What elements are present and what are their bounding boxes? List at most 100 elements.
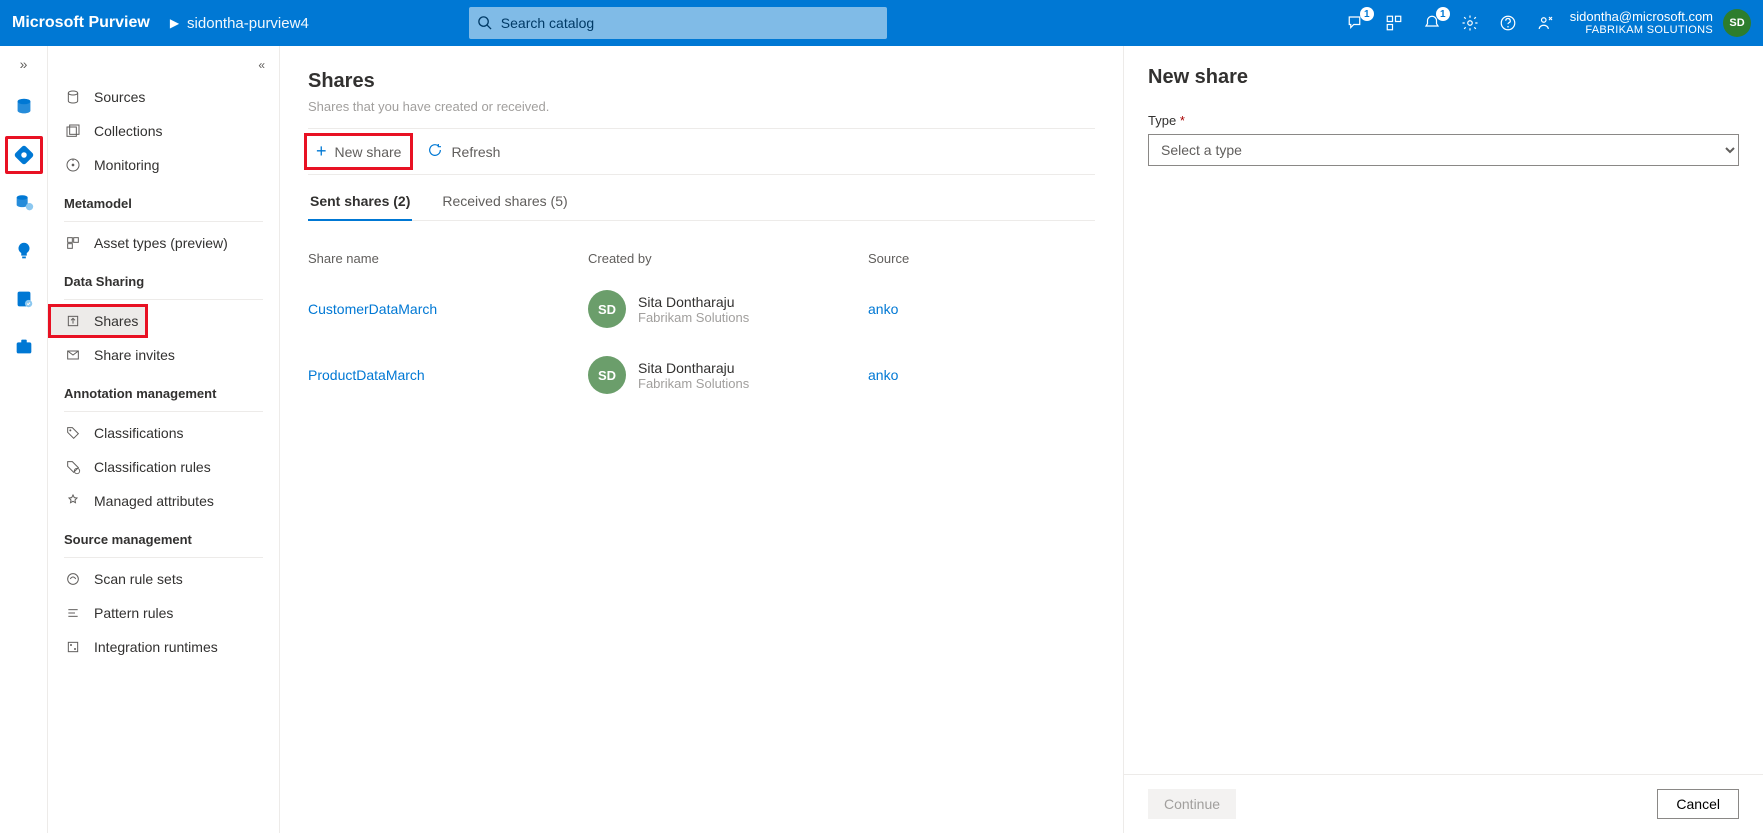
continue-button[interactable]: Continue	[1148, 789, 1236, 819]
monitoring-icon	[64, 156, 82, 174]
page-title: Shares	[308, 70, 1095, 93]
rail-policy[interactable]	[5, 280, 43, 318]
notifications-icon[interactable]: 1	[1422, 13, 1442, 33]
top-header: Microsoft Purview ▶ sidontha-purview4 1 …	[0, 0, 1763, 46]
nav-label: Classifications	[94, 425, 183, 441]
shares-table: Share name Created by Source CustomerDat…	[308, 241, 1095, 408]
search-input[interactable]	[469, 7, 887, 39]
settings-icon[interactable]	[1460, 13, 1480, 33]
account-block[interactable]: sidontha@microsoft.com FABRIKAM SOLUTION…	[1570, 9, 1713, 38]
page-subtitle: Shares that you have created or received…	[308, 99, 1095, 114]
collapse-nav-icon[interactable]: «	[48, 54, 279, 80]
creator-name: Sita Dontharaju	[638, 294, 749, 310]
nav-classifications[interactable]: Classifications	[48, 416, 279, 450]
pattern-rules-icon	[64, 604, 82, 622]
plus-icon: +	[316, 141, 327, 162]
table-header: Share name Created by Source	[308, 241, 1095, 276]
expand-rail-icon[interactable]: »	[20, 56, 28, 72]
share-link[interactable]: ProductDataMarch	[308, 367, 425, 383]
nav-managed-attributes[interactable]: Managed attributes	[48, 484, 279, 518]
tab-received-shares[interactable]: Received shares (5)	[440, 187, 569, 221]
shares-icon	[64, 312, 82, 330]
account-org: FABRIKAM SOLUTIONS	[1585, 24, 1713, 37]
creator-avatar: SD	[588, 356, 626, 394]
brand-label: Microsoft Purview	[12, 14, 150, 32]
type-label: Type *	[1148, 113, 1739, 128]
rail-data-estate[interactable]	[5, 184, 43, 222]
nav-label: Asset types (preview)	[94, 235, 228, 251]
rail-data-catalog[interactable]	[5, 88, 43, 126]
nav-label: Integration runtimes	[94, 639, 218, 655]
feedback-badge: 1	[1360, 7, 1374, 21]
col-share-name[interactable]: Share name	[308, 251, 588, 266]
refresh-button[interactable]: Refresh	[419, 138, 508, 165]
nav-label: Monitoring	[94, 157, 159, 173]
new-share-button[interactable]: + New share	[308, 137, 409, 166]
side-nav: « Sources Collections Monitoring Metamod…	[48, 46, 280, 833]
share-link[interactable]: CustomerDataMarch	[308, 301, 437, 317]
tab-sent-shares[interactable]: Sent shares (2)	[308, 187, 412, 221]
nav-label: Classification rules	[94, 459, 211, 475]
asset-types-icon	[64, 234, 82, 252]
share-tabs: Sent shares (2) Received shares (5)	[308, 175, 1095, 221]
breadcrumb-chevron-icon: ▶	[170, 16, 179, 30]
left-rail: »	[0, 46, 48, 833]
creator-avatar: SD	[588, 290, 626, 328]
nav-label: Sources	[94, 89, 145, 105]
table-row: ProductDataMarch SD Sita Dontharaju Fabr…	[308, 342, 1095, 408]
col-created-by[interactable]: Created by	[588, 251, 868, 266]
nav-integration-runtimes[interactable]: Integration runtimes	[48, 630, 279, 664]
source-link[interactable]: anko	[868, 367, 898, 383]
nav-shares[interactable]: Shares	[48, 304, 148, 338]
integration-runtimes-icon	[64, 638, 82, 656]
rail-management[interactable]	[5, 328, 43, 366]
sources-icon	[64, 88, 82, 106]
nav-pattern-rules[interactable]: Pattern rules	[48, 596, 279, 630]
nav-label: Scan rule sets	[94, 571, 183, 587]
new-share-label: New share	[335, 144, 402, 160]
section-annotation: Annotation management	[48, 372, 279, 407]
panel-title: New share	[1148, 66, 1739, 89]
nav-label: Pattern rules	[94, 605, 173, 621]
creator-name: Sita Dontharaju	[638, 360, 749, 376]
notifications-badge: 1	[1436, 7, 1450, 21]
scan-rule-sets-icon	[64, 570, 82, 588]
nav-label: Share invites	[94, 347, 175, 363]
panel-footer: Continue Cancel	[1124, 774, 1763, 833]
feedback-icon[interactable]: 1	[1346, 13, 1366, 33]
help-icon[interactable]	[1498, 13, 1518, 33]
creator-org: Fabrikam Solutions	[638, 310, 749, 325]
avatar[interactable]: SD	[1723, 9, 1751, 37]
section-source-management: Source management	[48, 518, 279, 553]
nav-classification-rules[interactable]: Classification rules	[48, 450, 279, 484]
creator-org: Fabrikam Solutions	[638, 376, 749, 391]
nav-asset-types[interactable]: Asset types (preview)	[48, 226, 279, 260]
toolbar: + New share Refresh	[308, 128, 1095, 175]
classifications-icon	[64, 424, 82, 442]
support-icon[interactable]	[1536, 13, 1556, 33]
nav-label: Collections	[94, 123, 162, 139]
section-metamodel: Metamodel	[48, 182, 279, 217]
managed-attributes-icon	[64, 492, 82, 510]
nav-sources[interactable]: Sources	[48, 80, 279, 114]
breadcrumb-account[interactable]: sidontha-purview4	[187, 15, 309, 32]
col-source[interactable]: Source	[868, 251, 1095, 266]
header-icons: 1 1	[1346, 13, 1556, 33]
nav-collections[interactable]: Collections	[48, 114, 279, 148]
refresh-label: Refresh	[451, 144, 500, 160]
type-select[interactable]: Select a type	[1148, 134, 1739, 166]
nav-label: Managed attributes	[94, 493, 214, 509]
source-link[interactable]: anko	[868, 301, 898, 317]
rail-data-map[interactable]	[5, 136, 43, 174]
share-invites-icon	[64, 346, 82, 364]
directory-icon[interactable]	[1384, 13, 1404, 33]
nav-share-invites[interactable]: Share invites	[48, 338, 279, 372]
nav-scan-rule-sets[interactable]: Scan rule sets	[48, 562, 279, 596]
new-share-panel: New share Type * Select a type Continue …	[1123, 46, 1763, 833]
nav-monitoring[interactable]: Monitoring	[48, 148, 279, 182]
rail-insights[interactable]	[5, 232, 43, 270]
table-row: CustomerDataMarch SD Sita Dontharaju Fab…	[308, 276, 1095, 342]
cancel-button[interactable]: Cancel	[1657, 789, 1739, 819]
classification-rules-icon	[64, 458, 82, 476]
nav-label: Shares	[94, 313, 138, 329]
